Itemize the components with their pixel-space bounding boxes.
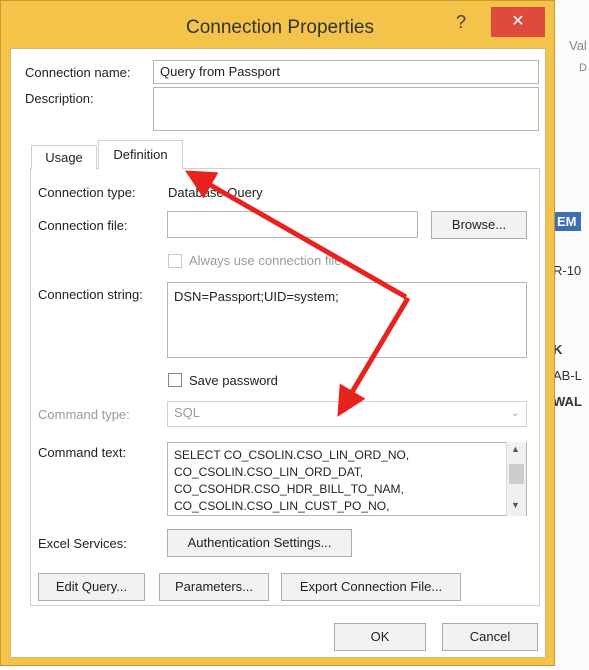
annotation-overlay — [184, 170, 411, 417]
arrow-to-definition-tab-icon — [184, 170, 408, 300]
arrow-to-command-text-icon — [337, 296, 411, 417]
